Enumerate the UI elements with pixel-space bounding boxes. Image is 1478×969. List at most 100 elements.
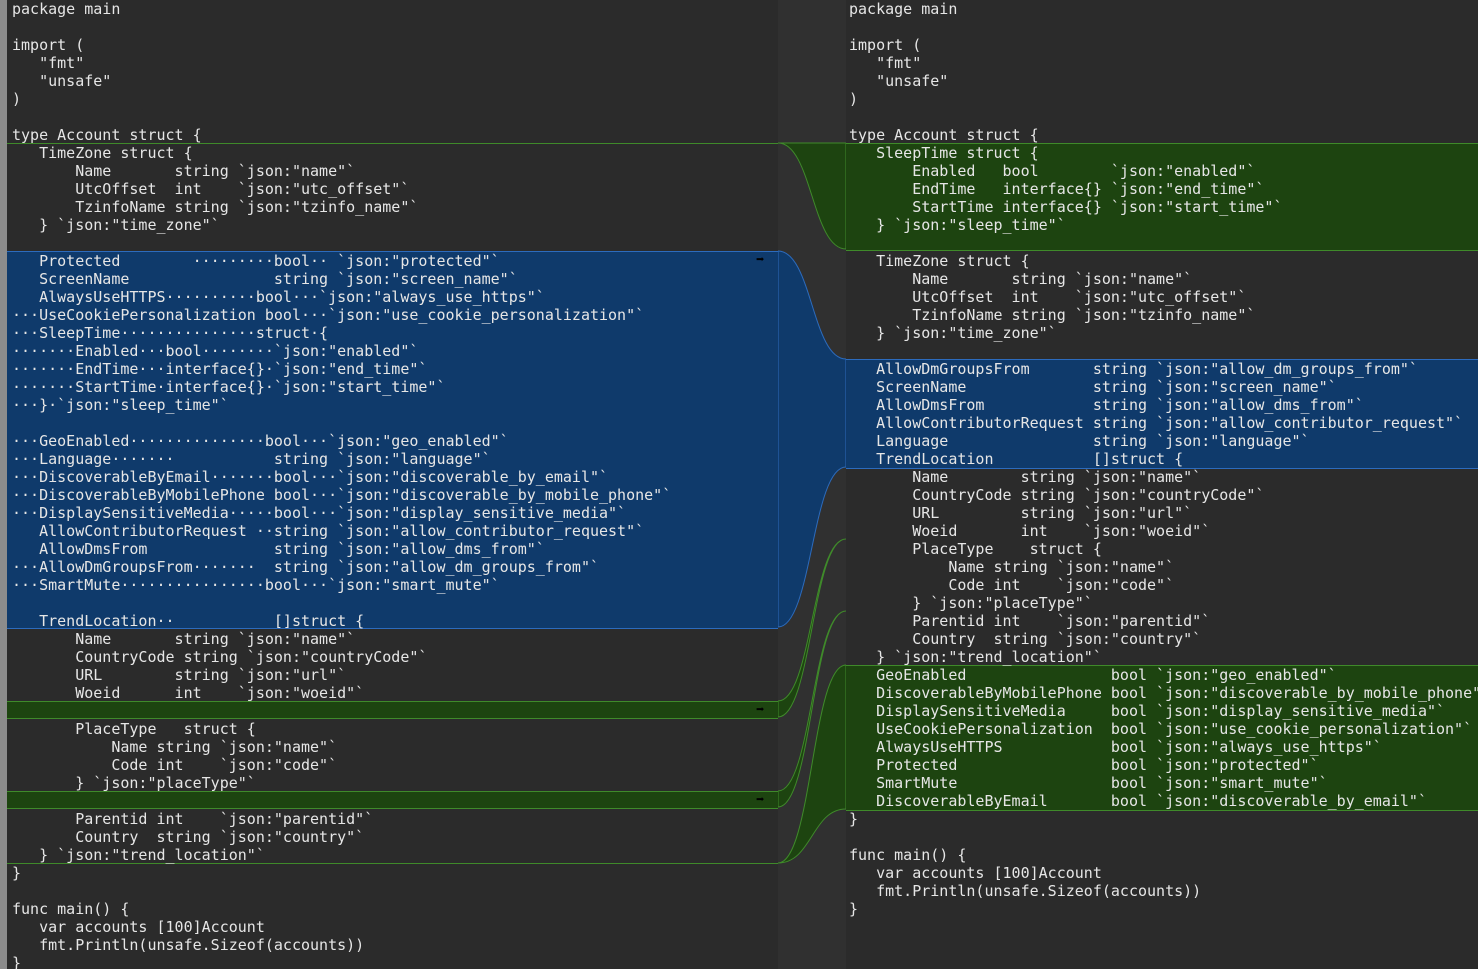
code-line[interactable]: ···UseCookiePersonalization bool···`json… <box>12 306 671 324</box>
code-line[interactable]: Code int `json:"code"` <box>849 576 1478 594</box>
code-line[interactable]: AlwaysUseHTTPS bool `json:"always_use_ht… <box>849 738 1478 756</box>
code-line[interactable]: } `json:"placeType"` <box>849 594 1478 612</box>
code-line[interactable]: SleepTime struct { <box>849 144 1478 162</box>
code-line[interactable]: ···GeoEnabled···············bool···`json… <box>12 432 671 450</box>
code-line[interactable]: TzinfoName string `json:"tzinfo_name"` <box>12 198 671 216</box>
code-line[interactable]: } <box>12 954 671 969</box>
copy-right-arrow-icon[interactable]: ➡ <box>756 251 764 269</box>
code-line[interactable] <box>12 18 671 36</box>
right-editor-pane[interactable]: ⬅ ⬅ ⬅ package main import ( "fmt" "unsaf… <box>846 0 1478 969</box>
code-line[interactable]: URL string `json:"url"` <box>849 504 1478 522</box>
code-line[interactable]: } <box>849 810 1478 828</box>
code-line[interactable]: ScreenName string `json:"screen_name"` <box>849 378 1478 396</box>
code-line[interactable]: Country string `json:"country"` <box>849 630 1478 648</box>
code-line[interactable]: var accounts [100]Account <box>849 864 1478 882</box>
code-line[interactable]: URL string `json:"url"` <box>12 666 671 684</box>
code-line[interactable]: Name string `json:"name"` <box>849 270 1478 288</box>
code-line[interactable]: func main() { <box>12 900 671 918</box>
code-line[interactable]: import ( <box>849 36 1478 54</box>
right-code-text[interactable]: package main import ( "fmt" "unsafe") ty… <box>849 0 1478 918</box>
code-line[interactable]: type Account struct { <box>849 126 1478 144</box>
code-line[interactable]: PlaceType struct { <box>849 540 1478 558</box>
code-line[interactable]: fmt.Println(unsafe.Sizeof(accounts)) <box>849 882 1478 900</box>
code-line[interactable]: CountryCode string `json:"countryCode"` <box>849 486 1478 504</box>
code-line[interactable]: package main <box>849 0 1478 18</box>
code-line[interactable] <box>12 108 671 126</box>
code-line[interactable]: } `json:"trend_location"` <box>849 648 1478 666</box>
code-line[interactable] <box>12 594 671 612</box>
code-line[interactable]: AllowContributorRequest string `json:"al… <box>849 414 1478 432</box>
code-line[interactable]: fmt.Println(unsafe.Sizeof(accounts)) <box>12 936 671 954</box>
code-line[interactable]: } `json:"time_zone"` <box>12 216 671 234</box>
left-editor-pane[interactable]: ➡ ➡ ➡ package main import ( "fmt" "unsaf… <box>0 0 778 969</box>
code-line[interactable] <box>849 342 1478 360</box>
code-line[interactable]: func main() { <box>849 846 1478 864</box>
code-line[interactable]: Protected bool `json:"protected"` <box>849 756 1478 774</box>
code-line[interactable]: Name string `json:"name"` <box>12 162 671 180</box>
code-line[interactable]: "unsafe" <box>12 72 671 90</box>
code-line[interactable]: DisplaySensitiveMedia bool `json:"displa… <box>849 702 1478 720</box>
code-line[interactable]: UtcOffset int `json:"utc_offset"` <box>849 288 1478 306</box>
code-line[interactable]: Name string `json:"name"` <box>849 558 1478 576</box>
code-line[interactable]: "unsafe" <box>849 72 1478 90</box>
code-line[interactable] <box>12 882 671 900</box>
code-line[interactable]: TzinfoName string `json:"tzinfo_name"` <box>849 306 1478 324</box>
code-line[interactable]: AllowDmsFrom string `json:"allow_dms_fro… <box>12 540 671 558</box>
code-line[interactable]: ·······StartTime·interface{}·`json:"star… <box>12 378 671 396</box>
code-line[interactable]: "fmt" <box>12 54 671 72</box>
code-line[interactable]: Woeid int `json:"woeid"` <box>12 684 671 702</box>
code-line[interactable]: AllowContributorRequest ··string `json:"… <box>12 522 671 540</box>
code-line[interactable] <box>12 234 671 252</box>
code-line[interactable]: } <box>849 900 1478 918</box>
code-line[interactable]: ···DiscoverableByMobilePhone bool···`jso… <box>12 486 671 504</box>
code-line[interactable]: CountryCode string `json:"countryCode"` <box>12 648 671 666</box>
code-line[interactable]: Protected ·········bool·· `json:"protect… <box>12 252 671 270</box>
code-line[interactable]: ) <box>849 90 1478 108</box>
code-line[interactable] <box>12 792 671 810</box>
code-line[interactable]: EndTime interface{} `json:"end_time"` <box>849 180 1478 198</box>
code-line[interactable]: UseCookiePersonalization bool `json:"use… <box>849 720 1478 738</box>
code-line[interactable] <box>849 828 1478 846</box>
code-line[interactable]: ScreenName string `json:"screen_name"` <box>12 270 671 288</box>
code-line[interactable]: DiscoverableByMobilePhone bool `json:"di… <box>849 684 1478 702</box>
code-line[interactable]: GeoEnabled bool `json:"geo_enabled"` <box>849 666 1478 684</box>
code-line[interactable]: Parentid int `json:"parentid"` <box>849 612 1478 630</box>
code-line[interactable]: "fmt" <box>849 54 1478 72</box>
code-line[interactable]: import ( <box>12 36 671 54</box>
code-line[interactable] <box>849 108 1478 126</box>
code-line[interactable]: AllowDmsFrom string `json:"allow_dms_fro… <box>849 396 1478 414</box>
code-line[interactable]: ···DisplaySensitiveMedia·····bool···`jso… <box>12 504 671 522</box>
code-line[interactable]: ·······EndTime···interface{}·`json:"end_… <box>12 360 671 378</box>
code-line[interactable]: Enabled bool `json:"enabled"` <box>849 162 1478 180</box>
code-line[interactable]: Country string `json:"country"` <box>12 828 671 846</box>
code-line[interactable]: Name string `json:"name"` <box>849 468 1478 486</box>
code-line[interactable]: ) <box>12 90 671 108</box>
code-line[interactable]: type Account struct { <box>12 126 671 144</box>
code-line[interactable]: DiscoverableByEmail bool `json:"discover… <box>849 792 1478 810</box>
code-line[interactable]: UtcOffset int `json:"utc_offset"` <box>12 180 671 198</box>
copy-right-arrow-icon[interactable]: ➡ <box>756 701 764 719</box>
code-line[interactable]: Code int `json:"code"` <box>12 756 671 774</box>
code-line[interactable]: ·······Enabled···bool········`json:"enab… <box>12 342 671 360</box>
code-line[interactable]: PlaceType struct { <box>12 720 671 738</box>
code-line[interactable]: package main <box>12 0 671 18</box>
left-code-text[interactable]: package main import ( "fmt" "unsafe") ty… <box>12 0 671 969</box>
code-line[interactable]: Woeid int `json:"woeid"` <box>849 522 1478 540</box>
code-line[interactable]: AlwaysUseHTTPS··········bool···`json:"al… <box>12 288 671 306</box>
code-line[interactable]: ···Language······· string `json:"languag… <box>12 450 671 468</box>
code-line[interactable]: Parentid int `json:"parentid"` <box>12 810 671 828</box>
code-line[interactable]: Name string `json:"name"` <box>12 630 671 648</box>
code-line[interactable]: TrendLocation []struct { <box>849 450 1478 468</box>
code-line[interactable]: ···AllowDmGroupsFrom······· string `json… <box>12 558 671 576</box>
code-line[interactable]: TimeZone struct { <box>12 144 671 162</box>
code-line[interactable] <box>849 18 1478 36</box>
code-line[interactable]: } <box>12 864 671 882</box>
code-line[interactable]: ···SleepTime···············struct·{ <box>12 324 671 342</box>
code-line[interactable] <box>849 234 1478 252</box>
code-line[interactable]: AllowDmGroupsFrom string `json:"allow_dm… <box>849 360 1478 378</box>
code-line[interactable]: TrendLocation·· []struct { <box>12 612 671 630</box>
code-line[interactable]: ···SmartMute················bool···`json… <box>12 576 671 594</box>
code-line[interactable]: } `json:"time_zone"` <box>849 324 1478 342</box>
code-line[interactable]: } `json:"trend_location"` <box>12 846 671 864</box>
copy-right-arrow-icon[interactable]: ➡ <box>756 791 764 809</box>
